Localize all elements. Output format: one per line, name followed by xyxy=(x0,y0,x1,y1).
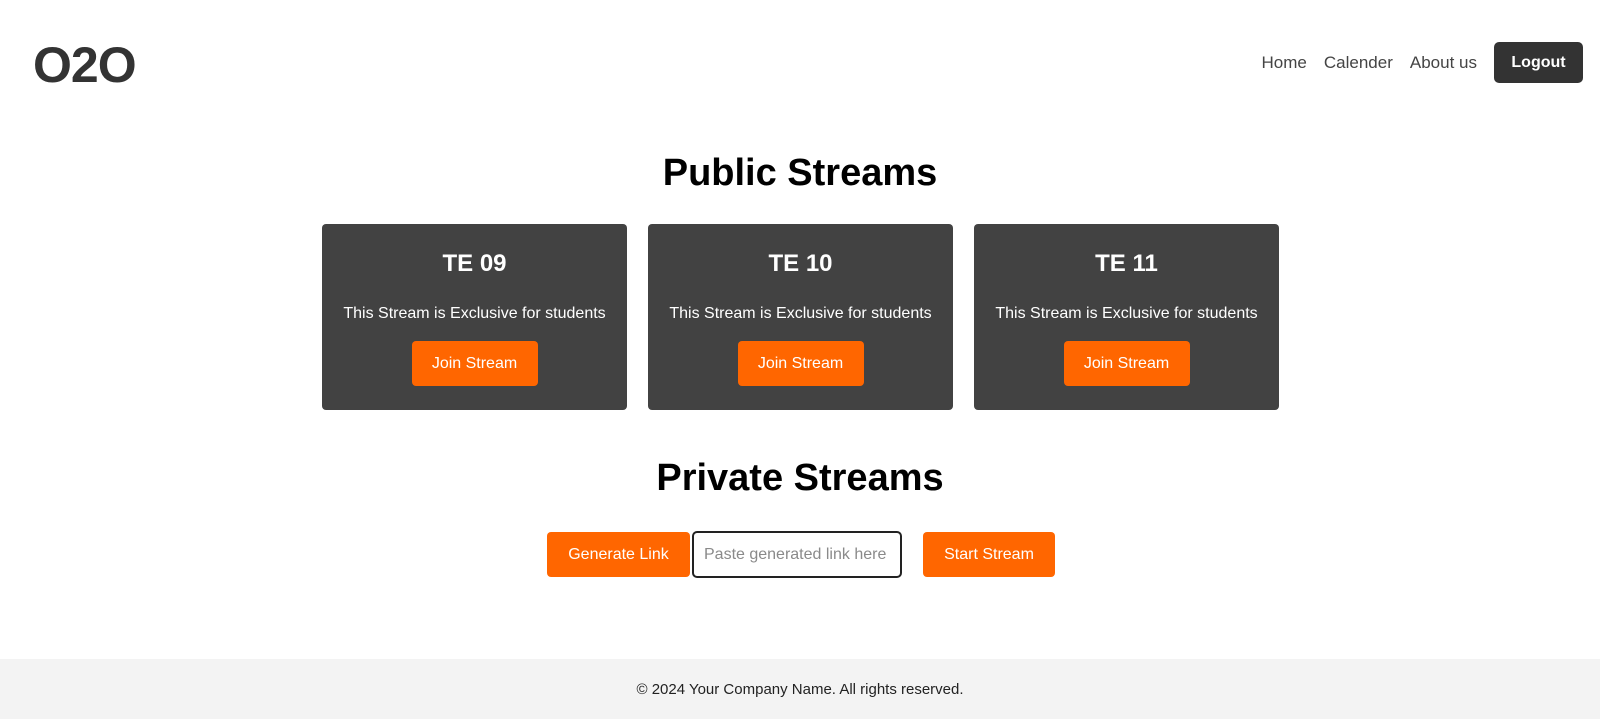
stream-card: TE 10 This Stream is Exclusive for stude… xyxy=(648,224,953,410)
logo: O2O xyxy=(33,37,137,93)
stream-card-title: TE 09 xyxy=(442,250,507,277)
stream-card: TE 09 This Stream is Exclusive for stude… xyxy=(322,224,627,410)
site-footer: © 2024 Your Company Name. All rights res… xyxy=(0,659,1600,719)
nav-link-home[interactable]: Home xyxy=(1262,53,1307,73)
stream-card: TE 11 This Stream is Exclusive for stude… xyxy=(974,224,1279,410)
join-stream-button[interactable]: Join Stream xyxy=(1063,341,1190,386)
link-input[interactable] xyxy=(692,531,902,578)
copyright-text: © 2024 Your Company Name. All rights res… xyxy=(636,680,964,698)
stream-card-description: This Stream is Exclusive for students xyxy=(343,305,606,322)
nav-link-about-us[interactable]: About us xyxy=(1410,53,1477,73)
public-streams-title: Public Streams xyxy=(662,152,938,194)
public-streams-list: TE 09 This Stream is Exclusive for stude… xyxy=(322,224,1279,410)
private-streams-title: Private Streams xyxy=(656,457,944,499)
generate-link-button[interactable]: Generate Link xyxy=(547,532,690,577)
stream-card-description: This Stream is Exclusive for students xyxy=(669,305,932,322)
start-stream-button[interactable]: Start Stream xyxy=(923,532,1055,577)
nav-link-calender[interactable]: Calender xyxy=(1324,53,1393,73)
main-nav: Home Calender About us Logout xyxy=(1262,42,1583,83)
private-stream-controls: Generate Link Start Stream xyxy=(547,531,1055,578)
join-stream-button[interactable]: Join Stream xyxy=(737,341,864,386)
stream-card-title: TE 10 xyxy=(768,250,833,277)
stream-card-title: TE 11 xyxy=(1095,250,1158,277)
stream-card-description: This Stream is Exclusive for students xyxy=(995,305,1258,322)
join-stream-button[interactable]: Join Stream xyxy=(411,341,538,386)
site-header: O2O Home Calender About us Logout xyxy=(0,0,1600,128)
logout-button[interactable]: Logout xyxy=(1494,42,1583,83)
